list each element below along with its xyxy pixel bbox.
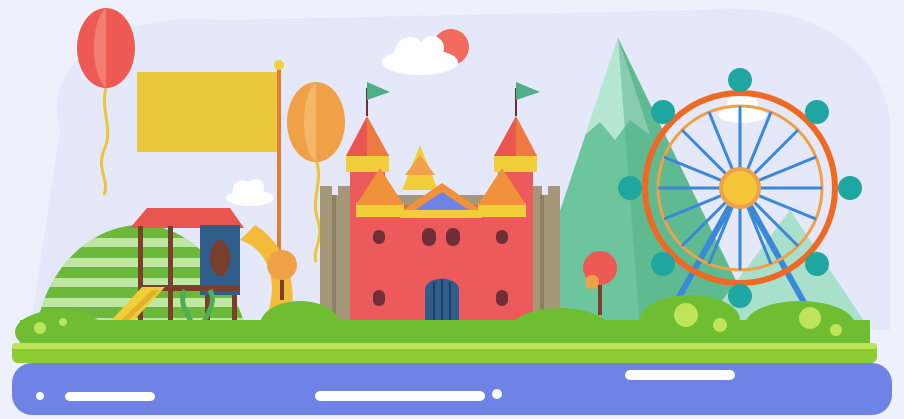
- banner-flag: [137, 72, 277, 152]
- grass-highlight: [12, 343, 877, 349]
- flag-pole-top: [274, 60, 284, 70]
- amusement-park-illustration: [0, 0, 904, 419]
- river: [12, 363, 892, 415]
- ferris-wheel-hub: [719, 167, 761, 209]
